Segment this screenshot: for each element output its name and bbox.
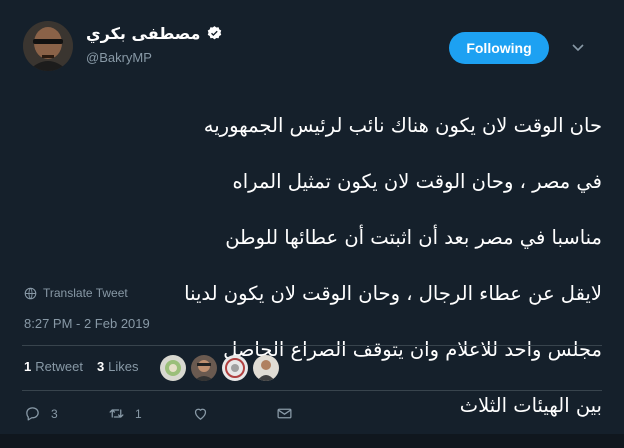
following-button[interactable]: Following: [449, 32, 549, 64]
reply-button[interactable]: 3: [24, 405, 108, 422]
verified-badge-icon: [208, 26, 222, 40]
retweets-count: 1: [24, 359, 32, 374]
retweet-count: 1: [135, 406, 142, 421]
author-name-row[interactable]: مصطفى بكري: [86, 24, 223, 43]
liker-avatar[interactable]: [191, 355, 217, 381]
avatar[interactable]: [23, 21, 73, 71]
liker-avatar[interactable]: [160, 355, 186, 381]
envelope-icon: [277, 408, 292, 419]
translate-label[interactable]: Translate Tweet: [43, 286, 128, 300]
likes-count: 3: [96, 359, 105, 374]
message-button[interactable]: [276, 405, 336, 422]
tweet-timestamp[interactable]: 8:27 PM - 2 Feb 2019: [24, 316, 150, 331]
tweet-text-line: حان الوقت لان يكون هناك نائب لرئيس الجمه…: [203, 114, 602, 137]
likes-label: Likes: [108, 359, 139, 374]
retweets-label: Retweet: [35, 359, 83, 374]
heart-icon: [194, 408, 207, 420]
tweet-stats: 1 Retweet 3 Likes: [24, 359, 139, 374]
retweets-stat[interactable]: 1 Retweet: [24, 359, 83, 374]
divider: [22, 390, 602, 391]
reply-icon: [26, 407, 39, 421]
display-name[interactable]: مصطفى بكري: [86, 24, 200, 43]
divider: [22, 345, 602, 346]
tweet-card: مصطفى بكري @BakryMP Following حان الوقت …: [0, 0, 624, 434]
translate-tweet-link[interactable]: Translate Tweet: [24, 286, 128, 300]
retweet-button[interactable]: 1: [108, 405, 192, 422]
reply-count: 3: [51, 406, 58, 421]
handle[interactable]: @BakryMP: [86, 50, 152, 65]
liker-avatar[interactable]: [253, 355, 279, 381]
tweet-text: حان الوقت لان يكون هناك نائب لرئيس الجمه…: [22, 84, 602, 448]
tweet-text-line: في مصر ، وحان الوقت لان يكون تمثيل المرا…: [232, 170, 602, 193]
liker-avatar[interactable]: [222, 355, 248, 381]
liker-avatars: [160, 355, 279, 381]
retweet-icon: [109, 409, 124, 418]
globe-icon: [24, 287, 37, 299]
like-button[interactable]: [192, 405, 276, 422]
tweet-actions: 3 1: [24, 405, 336, 422]
likes-stat[interactable]: 3 Likes: [97, 359, 139, 374]
chevron-down-icon[interactable]: [570, 39, 586, 55]
tweet-text-line: مناسبا في مصر بعد أن اثبتت أن عطائها للو…: [225, 226, 602, 249]
